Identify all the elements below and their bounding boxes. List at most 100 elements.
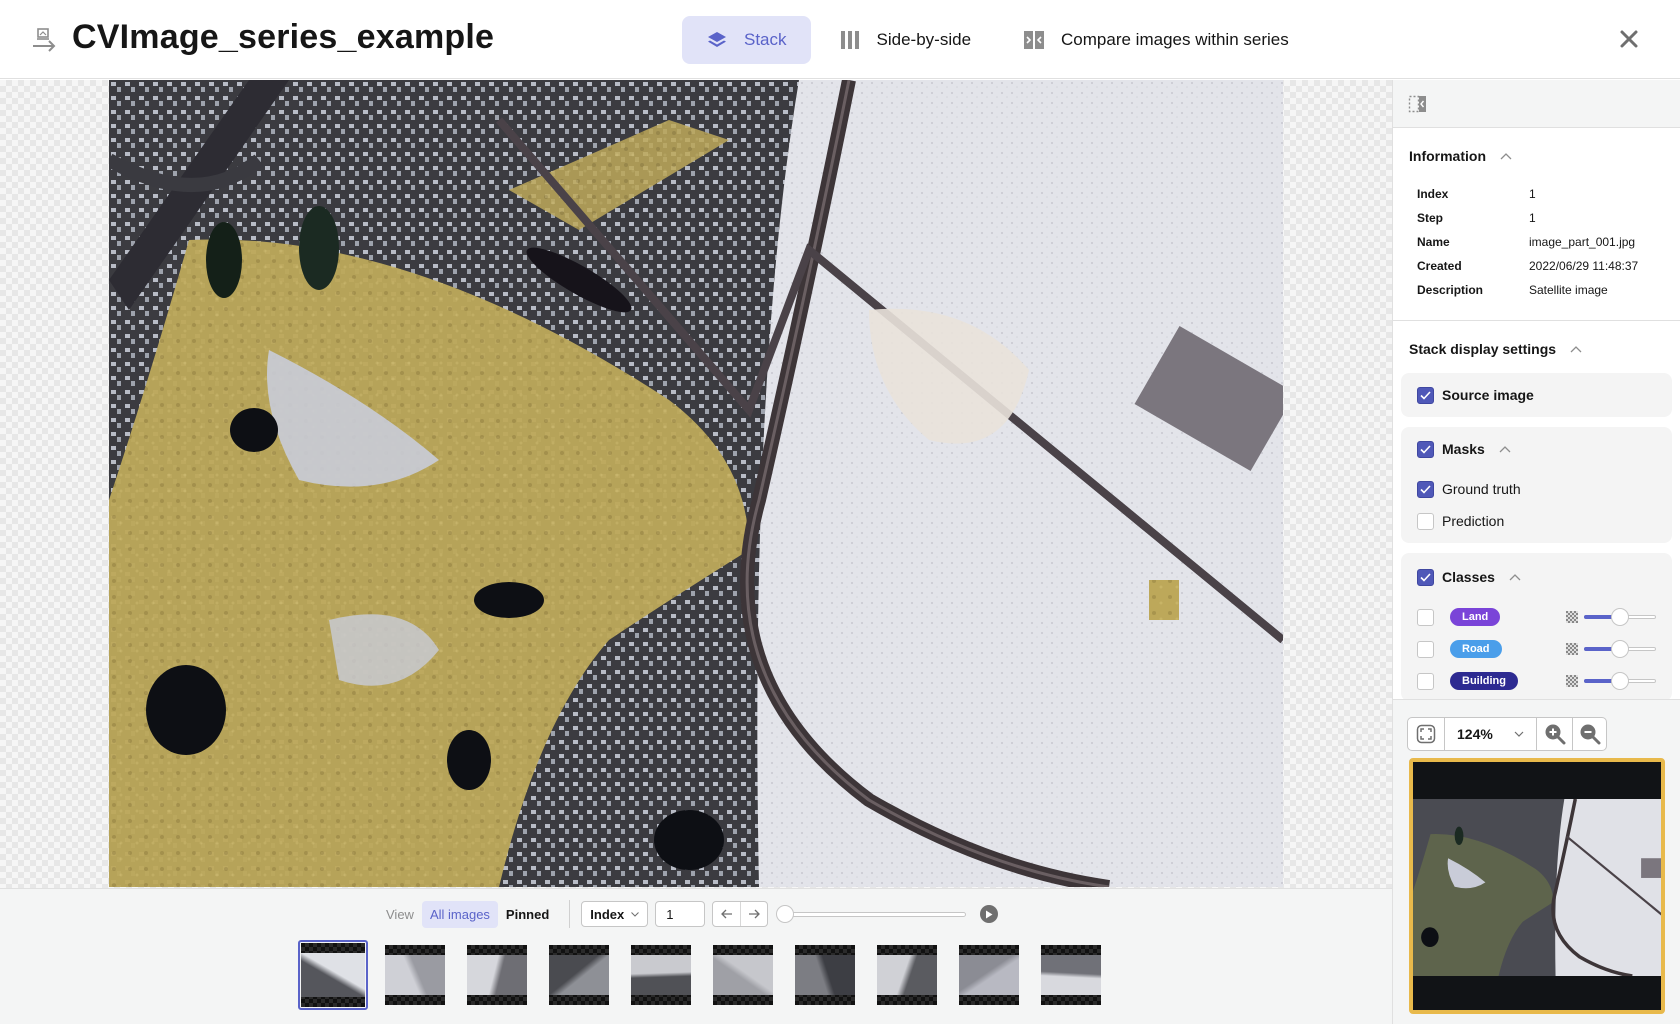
info-key: Step bbox=[1417, 211, 1444, 225]
opacity-slider-handle[interactable] bbox=[1611, 608, 1629, 626]
thumbnail-frame bbox=[795, 945, 855, 1005]
class-row-land: Land bbox=[1417, 601, 1656, 633]
thumbnail-6[interactable] bbox=[710, 942, 776, 1008]
image-navigator[interactable] bbox=[1409, 758, 1665, 1014]
thumbnail-9[interactable] bbox=[956, 942, 1022, 1008]
info-value: 1 bbox=[1529, 211, 1536, 225]
close-icon[interactable] bbox=[1616, 26, 1642, 52]
step-buttons bbox=[712, 901, 769, 927]
view-mode-tabs: Stack Side-by-side Compare images within… bbox=[682, 16, 1313, 64]
thumbnail-5[interactable] bbox=[628, 942, 694, 1008]
thumbnail-1[interactable] bbox=[298, 940, 368, 1010]
compare-icon bbox=[1024, 31, 1045, 49]
thumbnail-7[interactable] bbox=[792, 942, 858, 1008]
masks-card: Masks Ground truth Prediction bbox=[1401, 427, 1672, 543]
image-canvas[interactable] bbox=[0, 80, 1392, 888]
sort-by-select[interactable]: Index bbox=[581, 901, 649, 927]
thumbnail-image bbox=[301, 953, 365, 997]
classes-checkbox[interactable]: Classes bbox=[1417, 561, 1656, 593]
info-row: Created 2022/06/29 11:48:37 bbox=[1417, 254, 1680, 278]
view-all-images-button[interactable]: All images bbox=[421, 900, 498, 928]
tab-compare[interactable]: Compare images within series bbox=[999, 16, 1313, 64]
divider bbox=[569, 900, 571, 928]
view-label: View bbox=[386, 906, 414, 922]
chevron-up-icon bbox=[1570, 346, 1582, 353]
source-image-label: Source image bbox=[1442, 387, 1534, 403]
filmstrip-panel: View All images Pinned Index bbox=[0, 888, 1392, 1024]
zoom-level-select[interactable]: 124% bbox=[1444, 718, 1536, 750]
zoom-in-icon bbox=[1545, 724, 1565, 745]
masks-checkbox[interactable]: Masks bbox=[1417, 433, 1656, 465]
series-slider-track[interactable] bbox=[784, 912, 967, 917]
series-slider-handle[interactable] bbox=[776, 905, 795, 923]
info-key: Index bbox=[1417, 187, 1449, 201]
layers-icon bbox=[708, 32, 726, 47]
opacity-icon bbox=[1566, 643, 1578, 655]
thumbnail-frame bbox=[467, 945, 527, 1005]
thumbnail-4[interactable] bbox=[546, 942, 612, 1008]
opacity-slider[interactable] bbox=[1584, 640, 1656, 658]
thumbnail-8[interactable] bbox=[874, 942, 940, 1008]
index-input[interactable] bbox=[655, 901, 706, 927]
information-section: Information Index 1 Step 1 Name image_part_00… bbox=[1393, 128, 1680, 321]
satellite-image[interactable] bbox=[109, 80, 1283, 887]
thumbnail-frame bbox=[713, 945, 773, 1005]
source-image-card: Source image bbox=[1401, 373, 1672, 417]
fit-to-screen-button[interactable] bbox=[1408, 718, 1444, 750]
tab-side-by-side[interactable]: Side-by-side bbox=[815, 16, 996, 64]
opacity-slider-handle[interactable] bbox=[1611, 640, 1629, 658]
panel-collapse-icon[interactable] bbox=[1408, 94, 1428, 114]
class-row-building: Building bbox=[1417, 665, 1656, 697]
filmstrip-toolbar: View All images Pinned Index bbox=[386, 899, 999, 929]
information-header[interactable]: Information bbox=[1393, 148, 1680, 164]
class-tag: Land bbox=[1450, 608, 1501, 626]
class-checkbox[interactable] bbox=[1417, 608, 1434, 626]
checkbox-checked[interactable] bbox=[1417, 568, 1434, 586]
thumbnail-strip bbox=[298, 940, 1104, 1010]
thumbnail-10[interactable] bbox=[1038, 942, 1104, 1008]
prediction-checkbox[interactable]: Prediction bbox=[1417, 505, 1656, 537]
source-image-checkbox[interactable]: Source image bbox=[1417, 379, 1656, 411]
checkbox-checked[interactable] bbox=[1417, 386, 1434, 404]
thumbnail-2[interactable] bbox=[382, 942, 448, 1008]
class-tag: Building bbox=[1450, 672, 1518, 690]
arrow-left-icon bbox=[720, 909, 732, 919]
class-checkbox[interactable] bbox=[1417, 672, 1434, 690]
zoom-level-value: 124% bbox=[1457, 726, 1493, 742]
classes-card: Classes Land Road Building bbox=[1401, 553, 1672, 701]
play-button[interactable] bbox=[980, 905, 999, 923]
stack-settings-header[interactable]: Stack display settings bbox=[1393, 341, 1680, 357]
zoom-out-button[interactable] bbox=[1572, 718, 1606, 750]
info-value: image_part_001.jpg bbox=[1529, 235, 1636, 249]
view-pinned-button[interactable]: Pinned bbox=[498, 901, 557, 928]
info-row: Description Satellite image bbox=[1417, 278, 1680, 302]
previous-button[interactable] bbox=[713, 902, 740, 926]
series-slider[interactable] bbox=[776, 901, 967, 927]
class-checkbox[interactable] bbox=[1417, 640, 1434, 658]
opacity-slider[interactable] bbox=[1584, 672, 1656, 690]
opacity-slider-handle[interactable] bbox=[1611, 672, 1629, 690]
opacity-icon bbox=[1566, 611, 1578, 623]
opacity-slider[interactable] bbox=[1584, 608, 1656, 626]
header: CVImage_series_example Stack Side-by-sid… bbox=[0, 0, 1680, 79]
info-key: Name bbox=[1417, 235, 1450, 249]
chevron-up-icon[interactable] bbox=[1499, 445, 1511, 453]
checkbox-unchecked[interactable] bbox=[1417, 512, 1434, 530]
thumbnail-image bbox=[877, 955, 937, 995]
panel-toolbar bbox=[1393, 80, 1680, 128]
ground-truth-checkbox[interactable]: Ground truth bbox=[1417, 473, 1656, 505]
zoom-controls: 124% bbox=[1407, 717, 1607, 751]
chevron-up-icon[interactable] bbox=[1509, 573, 1521, 581]
tab-stack[interactable]: Stack bbox=[682, 16, 811, 64]
next-button[interactable] bbox=[740, 902, 767, 926]
checkbox-checked[interactable] bbox=[1417, 480, 1434, 498]
zoom-in-button[interactable] bbox=[1536, 718, 1572, 750]
class-row-road: Road bbox=[1417, 633, 1656, 665]
navigator-area: 124% bbox=[1393, 699, 1680, 1024]
tab-label: Stack bbox=[744, 30, 787, 49]
image-export-arrow-icon[interactable] bbox=[30, 26, 58, 54]
checkbox-checked[interactable] bbox=[1417, 440, 1434, 458]
thumbnail-image bbox=[713, 955, 773, 995]
thumbnail-3[interactable] bbox=[464, 942, 530, 1008]
checkmark-icon bbox=[1420, 572, 1431, 582]
